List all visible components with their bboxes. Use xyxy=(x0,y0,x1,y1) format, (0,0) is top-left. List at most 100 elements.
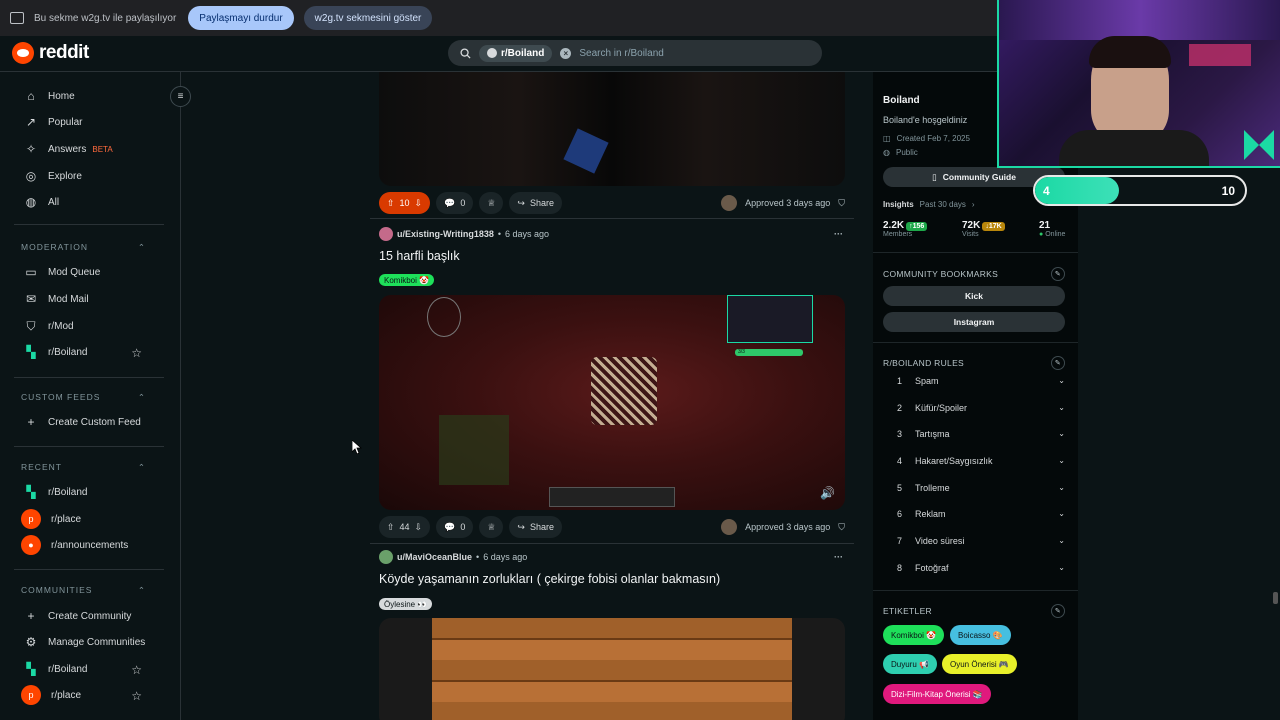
star-icon[interactable]: ☆ xyxy=(131,689,142,703)
star-icon[interactable]: ☆ xyxy=(131,346,142,360)
divider xyxy=(873,342,1078,343)
post-author[interactable]: u/Existing-Writing1838 xyxy=(397,229,494,239)
tag-oyun-onerisi[interactable]: Oyun Önerisi 🎮 xyxy=(942,654,1017,674)
streamer-hair xyxy=(1089,36,1171,68)
globe-icon: ◍ xyxy=(883,148,890,157)
insights-header[interactable]: Insights Past 30 days › xyxy=(883,200,975,209)
edit-icon[interactable]: ✎ xyxy=(1051,604,1065,618)
post-image[interactable] xyxy=(379,618,845,720)
recent-place[interactable]: p r/place xyxy=(14,506,159,532)
subreddit-icon xyxy=(487,48,497,58)
bookmark-instagram[interactable]: Instagram xyxy=(883,312,1065,332)
communities-header[interactable]: COMMUNITIES ⌃ xyxy=(21,585,146,596)
rule-item[interactable]: 5 Trolleme ⌄ xyxy=(897,483,1065,493)
share-button[interactable]: ↪ Share xyxy=(509,192,562,214)
divider xyxy=(370,218,854,219)
post-title[interactable]: Köyde yaşamanın zorlukları ( çekirge fob… xyxy=(379,572,720,586)
menu-icon: ≡ xyxy=(177,91,184,102)
post-video[interactable]: 3/3 🔊 xyxy=(379,295,845,510)
rule-item[interactable]: 1 Spam ⌄ xyxy=(897,376,1065,386)
divider xyxy=(370,543,854,544)
post-title[interactable]: 15 harfli başlık xyxy=(379,249,460,263)
rule-item[interactable]: 4 Hakaret/Saygısızlık ⌄ xyxy=(897,456,1065,466)
chevron-up-icon: ⌃ xyxy=(137,462,146,472)
divider xyxy=(873,590,1078,591)
recent-announcements[interactable]: ● r/announcements xyxy=(14,532,159,558)
volume-icon[interactable]: 🔊 xyxy=(820,486,835,500)
rule-item[interactable]: 2 Küfür/Spoiler ⌄ xyxy=(897,403,1065,413)
clear-scope-icon[interactable]: × xyxy=(560,47,572,59)
place-icon: p xyxy=(21,509,41,529)
comments-button[interactable]: 💬 0 xyxy=(436,192,474,214)
rule-item[interactable]: 7 Video süresi ⌄ xyxy=(897,536,1065,546)
downvote-icon[interactable]: ⇩ xyxy=(415,522,423,533)
post-author[interactable]: u/MaviOceanBlue xyxy=(397,552,472,562)
downvote-icon[interactable]: ⇩ xyxy=(415,198,423,209)
vote-control[interactable]: ⇧ 10 ⇩ xyxy=(379,192,431,214)
comments-button[interactable]: 💬 0 xyxy=(436,516,474,538)
popular-icon: ↗ xyxy=(25,115,37,129)
tag-duyuru[interactable]: Duyuru 📢 xyxy=(883,654,937,674)
edit-icon[interactable]: ✎ xyxy=(1051,356,1065,370)
more-options-icon[interactable]: ··· xyxy=(834,229,843,239)
moderation-header[interactable]: MODERATION ⌃ xyxy=(21,242,146,253)
tag-dizi-film-kitap[interactable]: Dizi-Film-Kitap Önerisi 📚 xyxy=(883,684,991,704)
left-sidebar: ⌂ Home ↗ Popular ✧ Answers BETA ◎ Explore ◍ Al… xyxy=(0,72,181,720)
upvote-icon[interactable]: ⇧ xyxy=(387,522,395,533)
search-bar[interactable]: r/Boiland × Search in r/Boiland xyxy=(448,40,822,66)
create-custom-feed[interactable]: + Create Custom Feed xyxy=(14,409,159,435)
award-icon: ♕ xyxy=(487,197,496,208)
divider xyxy=(14,446,164,447)
page-scrollbar[interactable] xyxy=(1271,168,1280,720)
post-age: 6 days ago xyxy=(505,229,550,239)
rule-item[interactable]: 3 Tartışma ⌄ xyxy=(897,429,1065,439)
create-community[interactable]: + Create Community xyxy=(14,603,159,629)
show-tab-button[interactable]: w2g.tv sekmesini göster xyxy=(303,6,433,30)
manage-communities[interactable]: ⚙ Manage Communities xyxy=(14,629,159,655)
stop-sharing-button[interactable]: Paylaşmayı durdur xyxy=(188,6,294,30)
upvote-icon[interactable]: ⇧ xyxy=(387,198,395,209)
gear-icon: ⚙ xyxy=(25,635,37,649)
award-button[interactable]: ♕ xyxy=(479,516,504,538)
post-flair[interactable]: Öylesine 👀 xyxy=(379,598,433,610)
recent-header[interactable]: RECENT ⌃ xyxy=(21,462,146,473)
rule-item[interactable]: 8 Fotoğraf ⌄ xyxy=(897,563,1065,573)
answers-icon: ✧ xyxy=(25,142,37,156)
shield-icon[interactable]: ⛉ xyxy=(838,522,845,533)
tag-komikboi[interactable]: Komikboi 🤡 xyxy=(883,625,945,645)
reddit-logo[interactable]: reddit xyxy=(12,42,89,64)
search-scope-chip[interactable]: r/Boiland xyxy=(479,44,553,62)
nav-home[interactable]: ⌂ Home xyxy=(14,83,159,109)
edit-icon[interactable]: ✎ xyxy=(1051,267,1065,281)
vote-control[interactable]: ⇧ 44 ⇩ xyxy=(379,516,431,538)
recent-boiland[interactable]: ▚ r/Boiland xyxy=(14,479,159,505)
bookmark-kick[interactable]: Kick xyxy=(883,286,1065,306)
shield-icon[interactable]: ⛉ xyxy=(838,198,845,209)
post-actions: ⇧ 44 ⇩ 💬 0 ♕ ↪ Share Approved 3 days ago ⛉ xyxy=(379,516,845,538)
community-sidebar: Boiland Boiland'e hoşgeldiniz ◫ Created F… xyxy=(873,72,1078,720)
nav-mod-queue[interactable]: ▭ Mod Queue xyxy=(14,259,159,285)
tag-boicasso[interactable]: Boicasso 🎨 xyxy=(950,625,1011,645)
award-button[interactable]: ♕ xyxy=(479,192,504,214)
rule-item[interactable]: 6 Reklam ⌄ xyxy=(897,509,1065,519)
star-icon[interactable]: ☆ xyxy=(131,663,142,677)
nav-popular[interactable]: ↗ Popular xyxy=(14,109,159,135)
post-image[interactable] xyxy=(379,72,845,186)
nav-explore[interactable]: ◎ Explore xyxy=(14,163,159,189)
custom-feeds-header[interactable]: CUSTOM FEEDS ⌃ xyxy=(21,392,146,403)
scrollbar-thumb[interactable] xyxy=(1273,592,1278,604)
collapse-sidebar-button[interactable]: ≡ xyxy=(170,86,191,107)
place-icon: p xyxy=(21,685,41,705)
post-flair[interactable]: Komikboi 🤡 xyxy=(379,274,435,286)
progress-total: 10 xyxy=(1221,184,1235,198)
progress-bar: 4 10 xyxy=(1033,175,1247,206)
post-feed: ⇧ 10 ⇩ 💬 0 ♕ ↪ Share Approved 3 days ago ⛉ u/… xyxy=(370,72,854,720)
nav-answers[interactable]: ✧ Answers BETA xyxy=(14,136,159,162)
nav-all[interactable]: ◍ All xyxy=(14,189,159,215)
nav-r-mod[interactable]: ⛉ r/Mod xyxy=(14,313,159,339)
more-options-icon[interactable]: ··· xyxy=(834,552,843,562)
nav-mod-mail[interactable]: ✉ Mod Mail xyxy=(14,286,159,312)
search-input[interactable]: Search in r/Boiland xyxy=(579,48,664,59)
boiland-icon: ▚ xyxy=(26,662,36,676)
share-button[interactable]: ↪ Share xyxy=(509,516,562,538)
